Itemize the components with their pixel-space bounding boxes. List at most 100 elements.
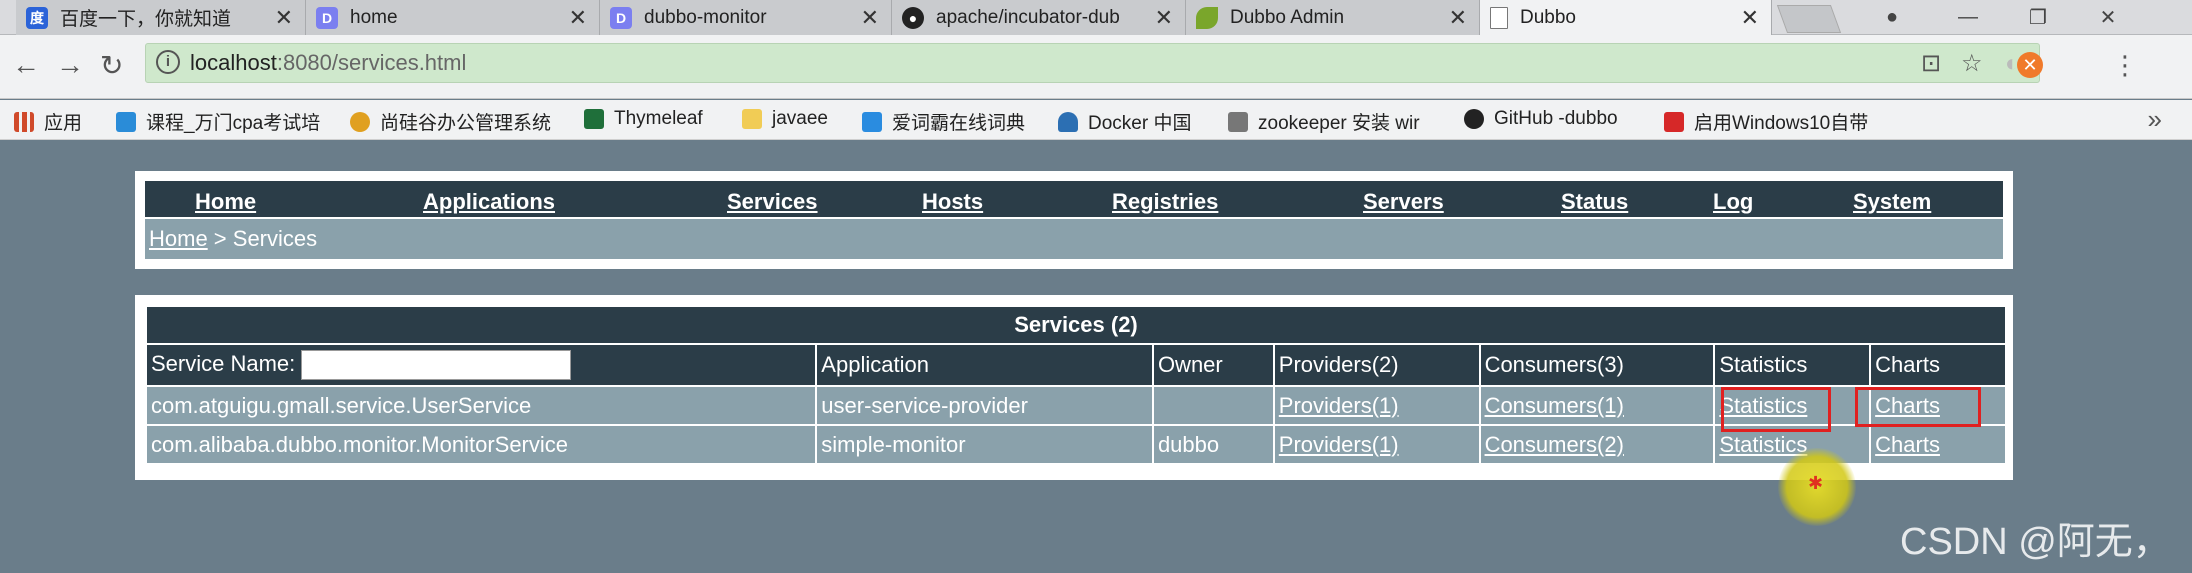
column-header-consumers: Consumers(3) <box>1478 343 1716 387</box>
bookmark-label: 尚硅谷办公管理系统 <box>380 113 552 134</box>
menu-hosts[interactable]: Hosts <box>922 189 983 215</box>
tab-title: 百度一下，你就知道 <box>60 9 232 30</box>
providers-cell: Providers(1) <box>1272 424 1481 465</box>
bookmark-label: 应用 <box>44 113 83 134</box>
restore-icon[interactable]: ❐ <box>2008 0 2068 35</box>
bookmark-thymeleaf[interactable]: Thymeleaf <box>584 108 703 130</box>
apps-icon <box>14 111 34 132</box>
tab-title: dubbo-monitor <box>644 6 767 28</box>
menu-applications[interactable]: Applications <box>423 189 555 215</box>
bookmark-label: Docker 中国 <box>1088 113 1192 134</box>
dictionary-icon <box>862 111 882 132</box>
column-header-owner: Owner <box>1151 343 1275 387</box>
close-icon[interactable]: ✕ <box>275 5 293 31</box>
profile-icon[interactable]: ● <box>1862 0 1922 35</box>
bookmark-zookeeper[interactable]: zookeeper 安装 wir <box>1228 108 1420 135</box>
tab-home[interactable]: D home ✕ <box>306 0 600 35</box>
menu-log[interactable]: Log <box>1713 189 1753 215</box>
bookmark-apps[interactable]: 应用 <box>14 108 82 135</box>
bookmark-docker[interactable]: Docker 中国 <box>1058 108 1191 135</box>
bookmark-javaee[interactable]: javaee <box>742 108 828 130</box>
menu-servers[interactable]: Servers <box>1363 189 1444 215</box>
menu-services[interactable]: Services <box>727 189 818 215</box>
translate-icon[interactable]: ⊡ <box>1921 49 1941 78</box>
service-name-label: Service Name: <box>151 350 296 376</box>
menu-icon[interactable]: ⋮ <box>2112 50 2138 81</box>
c-icon <box>1664 111 1684 132</box>
main-menu: Home Applications Services Hosts Registr… <box>145 181 2003 219</box>
close-icon[interactable]: ✕ <box>1449 5 1467 31</box>
consumers-link[interactable]: Consumers(2) <box>1485 432 1624 457</box>
bookmark-star-icon[interactable]: ☆ <box>1961 49 1983 78</box>
menu-home[interactable]: Home <box>195 189 256 215</box>
bird-icon <box>116 111 136 132</box>
tab-dubbo[interactable]: Dubbo ✕ <box>1480 0 1772 35</box>
bookmark-windows10[interactable]: 启用Windows10自带 <box>1664 108 1868 135</box>
menu-status[interactable]: Status <box>1561 189 1628 215</box>
tab-title: home <box>350 6 398 28</box>
tab-baidu[interactable]: 度 百度一下，你就知道 ✕ <box>16 0 306 35</box>
tab-dubbo-monitor[interactable]: D dubbo-monitor ✕ <box>600 0 892 35</box>
charts-link[interactable]: Charts <box>1875 432 1940 457</box>
extension-orange-icon[interactable]: ✕ <box>2017 52 2043 78</box>
bookmark-atguigu[interactable]: 尚硅谷办公管理系统 <box>350 108 551 135</box>
consumers-cell: Consumers(1) <box>1478 385 1716 426</box>
page-icon: D <box>316 6 338 29</box>
menu-system[interactable]: System <box>1853 189 1931 215</box>
bookmark-github[interactable]: GitHub -dubbo <box>1464 108 1618 130</box>
reload-icon[interactable]: ↻ <box>100 49 123 82</box>
column-header-application: Application <box>815 343 1154 387</box>
close-icon[interactable]: ✕ <box>569 5 587 31</box>
application-cell: simple-monitor <box>815 424 1154 465</box>
tab-github[interactable]: ● apache/incubator-dub ✕ <box>892 0 1186 35</box>
application-cell: user-service-provider <box>815 385 1154 426</box>
tab-dubbo-admin[interactable]: Dubbo Admin ✕ <box>1186 0 1480 35</box>
close-icon[interactable]: ✕ <box>1155 5 1173 31</box>
bookmark-course[interactable]: 课程_万门cpa考试培 <box>116 108 320 135</box>
bookmark-label: Thymeleaf <box>614 108 703 129</box>
consumers-cell: Consumers(2) <box>1478 424 1716 465</box>
forward-icon[interactable]: → <box>56 49 84 81</box>
folder-icon <box>742 109 762 129</box>
providers-link[interactable]: Providers(1) <box>1279 393 1399 418</box>
cursor-marker-icon: ✱ <box>1808 473 1824 493</box>
owner-cell: dubbo <box>1151 424 1275 465</box>
column-header-charts: Charts <box>1869 343 2007 387</box>
info-icon[interactable]: i <box>156 50 180 74</box>
tab-title: apache/incubator-dub <box>936 6 1120 28</box>
service-name-header: Service Name: <box>144 343 818 387</box>
charts-cell: Charts <box>1869 424 2007 465</box>
providers-link[interactable]: Providers(1) <box>1279 432 1399 457</box>
providers-cell: Providers(1) <box>1272 385 1481 426</box>
close-window-icon[interactable]: ✕ <box>2078 0 2138 35</box>
watermark: CSDN @阿无， <box>1900 521 2171 563</box>
bookmark-label: GitHub -dubbo <box>1494 108 1618 129</box>
bookmark-label: zookeeper 安装 wir <box>1258 113 1420 134</box>
breadcrumb-home-link[interactable]: Home <box>149 226 208 252</box>
tab-title: Dubbo <box>1520 6 1576 28</box>
minimize-icon[interactable]: — <box>1938 0 1998 35</box>
new-tab-button[interactable] <box>1776 5 1842 33</box>
consumers-link[interactable]: Consumers(1) <box>1485 393 1624 418</box>
menu-registries[interactable]: Registries <box>1112 189 1218 215</box>
back-icon[interactable]: ← <box>12 49 40 81</box>
breadcrumb-current: Services <box>232 226 318 251</box>
statistics-link[interactable]: Statistics <box>1719 432 1807 457</box>
bookmark-iciba[interactable]: 爱词霸在线词典 <box>862 108 1025 135</box>
close-icon[interactable]: ✕ <box>1741 5 1759 31</box>
bookmarks-overflow-icon[interactable]: » <box>2148 104 2162 135</box>
check-icon <box>584 109 604 129</box>
feather-icon <box>1228 111 1248 132</box>
url-text[interactable]: localhost:8080/services.html <box>190 50 466 76</box>
service-name-input[interactable] <box>301 350 572 380</box>
service-name-cell: com.atguigu.gmall.service.UserService <box>144 385 818 426</box>
breadcrumb: Home > Services <box>145 219 2003 259</box>
table-title-row: Services (2) <box>145 305 2007 345</box>
github-icon: ● <box>902 6 924 29</box>
bookmark-label: 启用Windows10自带 <box>1694 113 1869 134</box>
address-bar[interactable]: i localhost:8080/services.html ⊡ ☆ <box>145 43 2040 83</box>
owner-cell <box>1151 385 1275 426</box>
close-icon[interactable]: ✕ <box>861 5 879 31</box>
url-path: :8080/services.html <box>276 50 467 75</box>
highlight-box-statistics <box>1721 387 1831 432</box>
